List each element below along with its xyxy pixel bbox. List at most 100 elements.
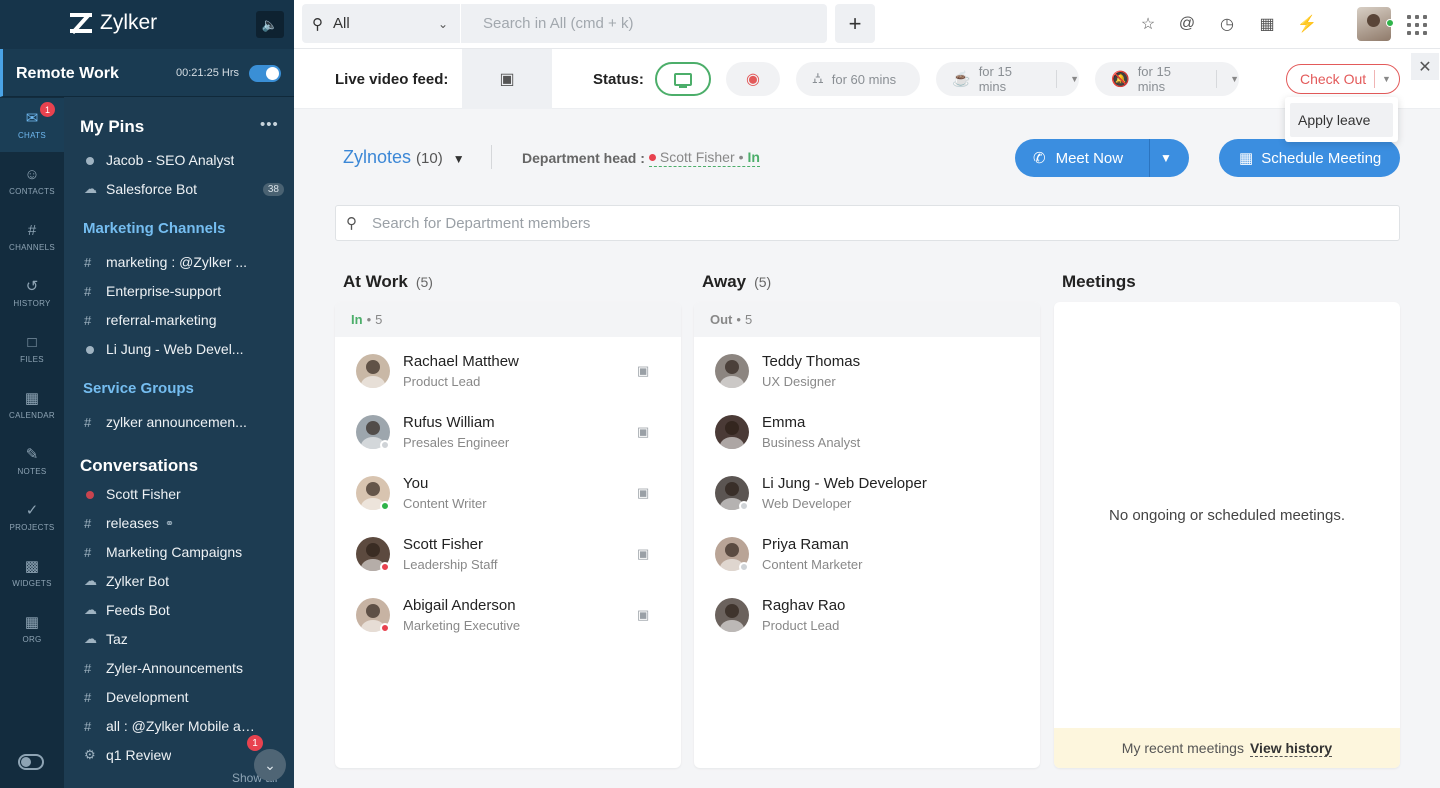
view-history-link[interactable]: View history <box>1249 740 1333 757</box>
phone-icon: ✆ <box>1033 150 1046 167</box>
sidebar-item[interactable]: # releases ⚭ <box>84 512 284 534</box>
status-lunch-button[interactable]: ⛼ for 60 mins <box>796 62 920 96</box>
chevron-down-icon[interactable]: ▼ <box>1070 74 1079 84</box>
service-groups-title[interactable]: Service Groups <box>83 380 194 397</box>
group-icon: ⚙ <box>84 747 96 762</box>
integrations-icon[interactable]: ⚡ <box>1296 13 1318 35</box>
member-row[interactable]: You Content Writer ▣ <box>335 475 681 537</box>
add-button[interactable]: + <box>835 4 875 43</box>
status-dnd-button[interactable]: 🔕 for 15 mins ▼ <box>1095 62 1239 96</box>
status-focus-button[interactable]: ◉ <box>726 62 780 96</box>
chevron-down-icon[interactable]: ▼ <box>1230 74 1239 84</box>
member-row[interactable]: Rachael Matthew Product Lead ▣ <box>335 353 681 415</box>
target-icon: ◉ <box>746 71 760 88</box>
department-name: Zylnotes <box>343 147 412 167</box>
member-row[interactable]: Abigail Anderson Marketing Executive ▣ <box>335 597 681 659</box>
rail-item-chats[interactable]: ✉ CHATS 1 <box>0 98 64 152</box>
sidebar-item[interactable]: ☁ Taz <box>84 628 284 650</box>
sidebar-item[interactable]: # zylker announcemen... <box>84 411 284 433</box>
rail-item-contacts[interactable]: ☺ CONTACTS <box>0 154 64 208</box>
link-icon: ⚭ <box>164 517 175 530</box>
scroll-down-icon[interactable]: ⌄ <box>254 749 286 781</box>
sidebar-item[interactable]: # Development <box>84 686 284 708</box>
chevron-down-icon[interactable]: ▼ <box>1382 74 1391 84</box>
sidebar-item[interactable]: Scott Fisher <box>84 483 284 505</box>
member-row[interactable]: Rufus William Presales Engineer ▣ <box>335 414 681 476</box>
history-icon: ↺ <box>25 277 39 295</box>
rail-item-channels[interactable]: # CHANNELS <box>0 210 64 264</box>
sidebar-item-label: Li Jung - Web Devel... <box>106 341 244 357</box>
sidebar-item[interactable]: # Zyler-Announcements <box>84 657 284 679</box>
department-head-name: Scott Fisher <box>659 149 735 165</box>
zylker-logo[interactable]: Zylker <box>70 11 157 35</box>
theme-toggle-icon[interactable] <box>18 754 44 770</box>
member-row[interactable]: Emma Business Analyst <box>694 414 1040 476</box>
rail-item-label: ORG <box>22 634 42 644</box>
avatar[interactable] <box>715 415 749 449</box>
avatar[interactable] <box>356 354 390 388</box>
speaker-icon[interactable]: 🔈 <box>256 11 284 38</box>
sidebar-item[interactable]: # marketing : @Zylker ... <box>84 251 284 273</box>
schedule-meeting-button[interactable]: ▦ Schedule Meeting <box>1219 139 1400 177</box>
recent-meetings-label: My recent meetings <box>1121 740 1244 756</box>
video-camera-icon[interactable]: ▣ <box>637 424 649 440</box>
sidebar-item[interactable]: Li Jung - Web Devel... <box>84 338 284 360</box>
sidebar-item[interactable]: ☁ Salesforce Bot 38 <box>84 178 284 200</box>
member-row[interactable]: Priya Raman Content Marketer <box>694 536 1040 598</box>
apply-leave-menu-item[interactable]: Apply leave <box>1290 103 1393 137</box>
avatar[interactable] <box>715 354 749 388</box>
meet-now-dropdown-icon[interactable]: ▼ <box>1160 151 1172 165</box>
video-camera-icon[interactable]: ▣ <box>637 607 649 623</box>
meet-now-button[interactable]: ✆ Meet Now ▼ <box>1015 139 1189 177</box>
bot-icon: ☁ <box>84 631 97 646</box>
sidebar-item[interactable]: # Enterprise-support <box>84 280 284 302</box>
meetings-label: Meetings <box>1062 272 1136 291</box>
member-name: Emma <box>762 414 806 431</box>
sidebar-item[interactable]: # Marketing Campaigns <box>84 541 284 563</box>
rail-item-org[interactable]: ▦ ORG <box>0 602 64 656</box>
rail-item-history[interactable]: ↺ HISTORY <box>0 266 64 320</box>
check-out-button[interactable]: Check Out ▼ <box>1286 64 1400 94</box>
rail-item-widgets[interactable]: ▩ WIDGETS <box>0 546 64 600</box>
apps-grid-icon[interactable] <box>1407 15 1427 35</box>
global-search-input[interactable] <box>461 4 827 43</box>
search-scope-select[interactable]: ⚲ All ⌄ <box>302 4 460 43</box>
rail-item-projects[interactable]: ✓ PROJECTS <box>0 490 64 544</box>
video-camera-icon[interactable]: ▣ <box>637 485 649 501</box>
member-row[interactable]: Scott Fisher Leadership Staff ▣ <box>335 536 681 598</box>
close-icon[interactable]: ✕ <box>1411 53 1439 80</box>
sidebar-item[interactable]: # all : @Zylker Mobile ap... <box>84 715 284 737</box>
sidebar-item[interactable]: Jacob - SEO Analyst <box>84 149 284 171</box>
brand-header: Zylker 🔈 <box>0 0 294 49</box>
department-selector[interactable]: Zylnotes (10) ▼ <box>343 147 465 168</box>
star-icon[interactable]: ☆ <box>1137 13 1159 35</box>
member-row[interactable]: Teddy Thomas UX Designer <box>694 353 1040 415</box>
remote-work-toggle[interactable] <box>249 65 281 82</box>
rail-item-calendar[interactable]: ▦ CALENDAR <box>0 378 64 432</box>
calendar-icon[interactable]: ▦ <box>1256 13 1278 35</box>
rail-item-notes[interactable]: ✎ NOTES <box>0 434 64 488</box>
status-at-work-button[interactable] <box>655 62 711 96</box>
in-subheader: In • 5 <box>335 302 681 337</box>
more-options-icon[interactable]: ••• <box>260 116 279 133</box>
video-camera-icon[interactable]: ▣ <box>637 363 649 379</box>
rail-item-files[interactable]: □ FILES <box>0 322 64 376</box>
video-camera-icon[interactable]: ▣ <box>637 546 649 562</box>
sidebar-item[interactable]: ☁ Feeds Bot <box>84 599 284 621</box>
department-search-input[interactable] <box>372 206 1372 240</box>
marketing-channels-title[interactable]: Marketing Channels <box>83 220 226 237</box>
my-status-dot <box>1386 19 1394 27</box>
video-camera-icon[interactable]: ▣ <box>462 49 552 109</box>
mention-icon[interactable]: @ <box>1176 13 1198 35</box>
department-head-person[interactable]: Scott Fisher • In <box>648 149 760 167</box>
sidebar-item[interactable]: # referral-marketing <box>84 309 284 331</box>
status-coffee-button[interactable]: ☕ for 15 mins ▼ <box>936 62 1079 96</box>
workspace-bar: Remote Work 00:21:25 Hrs <box>0 49 294 97</box>
sidebar-item[interactable]: ☁ Zylker Bot <box>84 570 284 592</box>
sidebar-item-label: Zyler-Announcements <box>106 660 243 676</box>
dnd-duration: for 15 mins <box>1137 64 1171 94</box>
member-row[interactable]: Raghav Rao Product Lead <box>694 597 1040 659</box>
reminder-icon[interactable]: ◷ <box>1216 13 1238 35</box>
avatar[interactable] <box>715 598 749 632</box>
member-row[interactable]: Li Jung - Web Developer Web Developer <box>694 475 1040 537</box>
